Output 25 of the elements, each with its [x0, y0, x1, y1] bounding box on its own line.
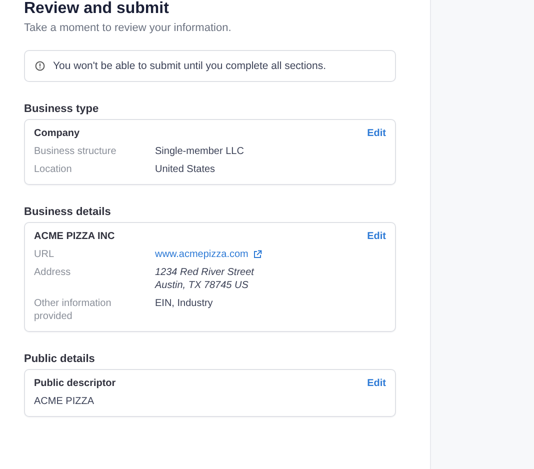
- card-title: Public descriptor: [34, 378, 116, 389]
- field-label: Location: [34, 163, 73, 176]
- section-heading: Business type: [24, 103, 99, 115]
- info-icon: [35, 61, 45, 71]
- field-value: EIN, Industry: [155, 298, 213, 309]
- edit-link[interactable]: Edit: [367, 128, 386, 139]
- field-value: United States: [155, 164, 216, 175]
- website-link[interactable]: www.acmepizza.com: [155, 248, 248, 261]
- section-heading: Public details: [24, 353, 95, 365]
- field-value: ACME PIZZA: [34, 396, 94, 407]
- edit-link[interactable]: Edit: [367, 378, 386, 389]
- page-title: Review and submit: [24, 0, 169, 17]
- edit-link[interactable]: Edit: [367, 231, 386, 242]
- section-heading: Business details: [24, 206, 111, 218]
- card-title: Company: [34, 128, 80, 139]
- field-value: Single-member LLC: [155, 146, 244, 157]
- external-link-icon[interactable]: [253, 250, 262, 259]
- card-title: ACME PIZZA INC: [34, 231, 115, 242]
- field-label: Business structure: [34, 145, 118, 158]
- field-label: URL: [34, 248, 56, 261]
- address-value: 1234 Red River Street Austin, TX 78745 US: [155, 266, 254, 292]
- page-subtitle: Take a moment to review your information.: [24, 22, 232, 34]
- field-label: Address: [34, 266, 72, 279]
- notice-text: You won't be able to submit until you complete all sections.: [53, 60, 326, 72]
- field-label: Other information provided: [34, 297, 112, 323]
